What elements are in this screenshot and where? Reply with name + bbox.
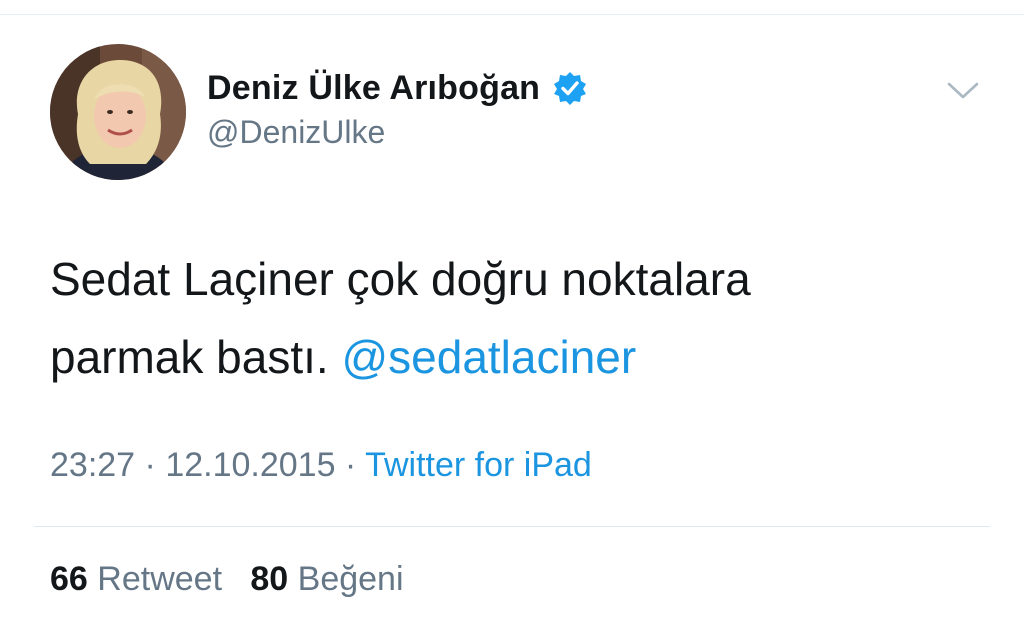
verified-badge-icon (552, 70, 588, 106)
mention-link[interactable]: @sedatlaciner (341, 331, 636, 383)
tweet-stats: 66 Retweet 80 Beğeni (50, 560, 404, 599)
meta-separator: · (135, 446, 166, 484)
author-handle[interactable]: @DenizUlke (207, 114, 385, 151)
retweet-label: Retweet (97, 560, 223, 598)
tweet-meta: 23:27 · 12.10.2015 · Twitter for iPad (50, 446, 592, 485)
top-divider (0, 14, 1024, 15)
meta-separator: · (335, 446, 366, 484)
author-display-name[interactable]: Deniz Ülke Arıboğan (207, 69, 540, 108)
tweet-time[interactable]: 23:27 (50, 446, 135, 484)
tweet-text: Sedat Laçiner çok doğru noktalara parmak… (50, 240, 970, 396)
retweet-stat[interactable]: 66 Retweet (50, 560, 222, 598)
tweet-text-fragment: parmak bastı. (50, 331, 342, 383)
avatar-image (50, 44, 186, 180)
divider (34, 526, 990, 527)
tweet-source-link[interactable]: Twitter for iPad (365, 446, 592, 484)
tweet-text-line: parmak bastı. @sedatlaciner (50, 318, 970, 396)
author-row[interactable]: Deniz Ülke Arıboğan (207, 66, 588, 110)
chevron-down-icon[interactable] (946, 80, 980, 102)
retweet-count: 66 (50, 560, 88, 598)
like-label: Beğeni (297, 560, 404, 598)
like-count: 80 (250, 560, 289, 598)
like-stat[interactable]: 80 Beğeni (250, 560, 403, 598)
tweet-date[interactable]: 12.10.2015 (165, 446, 335, 484)
avatar[interactable] (50, 44, 186, 180)
tweet-text-line: Sedat Laçiner çok doğru noktalara (50, 253, 751, 305)
